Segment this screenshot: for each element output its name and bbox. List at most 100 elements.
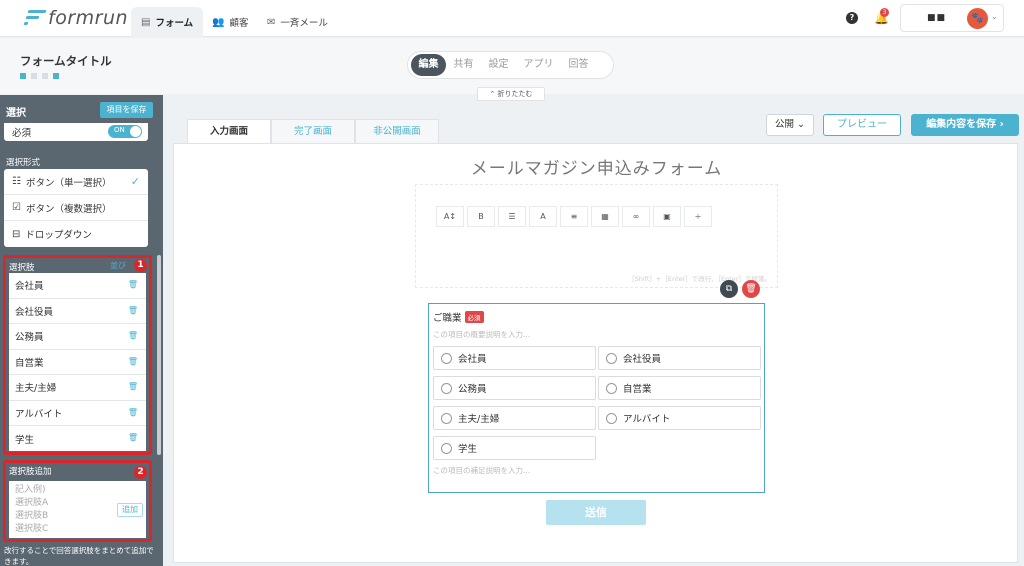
- trash-icon[interactable]: 🗑: [128, 280, 138, 289]
- nav-tab-label: 一斉メール: [280, 18, 328, 29]
- list-item[interactable]: アルバイト 🗑: [9, 401, 146, 426]
- step-apps[interactable]: アプリ: [516, 54, 561, 76]
- progress-dots: [20, 73, 59, 79]
- save-changes-button[interactable]: 編集内容を保存 ›: [911, 114, 1019, 136]
- submit-button[interactable]: 送信: [546, 500, 646, 525]
- tab-private-screen[interactable]: 非公開画面: [355, 119, 439, 143]
- visibility-select[interactable]: 公開 ⌄: [766, 114, 814, 136]
- trash-icon[interactable]: 🗑: [128, 433, 138, 442]
- radio-icon: [606, 412, 617, 424]
- type-dropdown[interactable]: ⊟ ドロップダウン: [4, 221, 148, 247]
- visibility-value: 公開: [774, 119, 794, 130]
- option-radio[interactable]: アルバイト: [598, 406, 761, 430]
- image-icon[interactable]: ▣: [653, 206, 681, 227]
- toggle-label: ON: [114, 126, 125, 134]
- chevron-right-icon: ›: [999, 119, 1004, 130]
- logo-mark-icon: [23, 9, 47, 27]
- toggle-knob: [130, 126, 141, 137]
- question-tools: ⧉ 🗑: [720, 280, 760, 298]
- sidebar-scrollbar[interactable]: [157, 255, 161, 455]
- list-item[interactable]: 公務員 🗑: [9, 324, 146, 350]
- tab-input-screen[interactable]: 入力画面: [187, 119, 271, 143]
- align-icon[interactable]: ≡: [560, 206, 588, 227]
- copy-icon[interactable]: ⧉: [720, 280, 738, 298]
- trash-icon[interactable]: 🗑: [742, 280, 760, 298]
- form-heading[interactable]: メールマガジン申込みフォーム: [174, 154, 1019, 179]
- trash-icon[interactable]: 🗑: [128, 408, 138, 417]
- list-item[interactable]: 学生 🗑: [9, 426, 146, 452]
- link-icon[interactable]: ∞: [622, 206, 650, 227]
- trash-icon[interactable]: 🗑: [128, 357, 138, 366]
- option-radio[interactable]: 自営業: [598, 376, 761, 400]
- save-changes-label: 編集内容を保存: [926, 119, 997, 130]
- question-description[interactable]: この項目の概要説明を入力...: [433, 329, 530, 340]
- formrun-logo[interactable]: formrun: [23, 7, 129, 29]
- type-label: ボタン（単一選択）: [25, 177, 112, 189]
- option-radio[interactable]: 公務員: [433, 376, 596, 400]
- text-color-icon[interactable]: A: [529, 206, 557, 227]
- checkbox-icon: ☑: [12, 202, 21, 213]
- trash-icon[interactable]: 🗑: [128, 382, 138, 391]
- list-icon[interactable]: ☰: [498, 206, 526, 227]
- selection-type-list: ☷ ボタン（単一選択） ✓ ☑ ボタン（複数選択） ⊟ ドロップダウン: [4, 169, 148, 247]
- nav-tab-customers[interactable]: 👥 顧客: [202, 7, 258, 37]
- option-radio[interactable]: 主夫/主婦: [433, 406, 596, 430]
- table-icon[interactable]: ▦: [591, 206, 619, 227]
- required-row: 必須 ON: [4, 123, 148, 141]
- collapse-label: 折りたたむ: [497, 90, 533, 98]
- option-radio[interactable]: 会社役員: [598, 346, 761, 370]
- nav-tab-bulk-mail[interactable]: ✉ 一斉メール: [257, 7, 338, 37]
- choices-highlight: 選択肢 並び 1 会社員 🗑 会社役員 🗑 公務員 🗑 自営業 🗑 主夫/主婦 🗑 アルバ…: [3, 255, 152, 455]
- type-section-label: 選択形式: [6, 158, 41, 168]
- page-scrollbar[interactable]: [1019, 95, 1024, 566]
- logo-text: formrun: [48, 7, 129, 29]
- mail-icon: ✉: [267, 16, 276, 28]
- preview-button[interactable]: プレビュー: [823, 114, 901, 136]
- step-responses[interactable]: 回答: [561, 54, 596, 76]
- required-toggle[interactable]: ON: [108, 125, 142, 138]
- account-name: ■■: [927, 13, 947, 23]
- option-label: 主夫/主婦: [458, 414, 500, 425]
- chevron-down-icon: ⌄: [797, 119, 805, 130]
- trash-icon[interactable]: 🗑: [128, 306, 138, 315]
- question-footer[interactable]: この項目の補足説明を入力...: [433, 465, 530, 476]
- bold-icon[interactable]: B: [467, 206, 495, 227]
- nav-tab-form[interactable]: ▤ フォーム: [131, 7, 204, 37]
- add-choices-button[interactable]: 追加: [117, 503, 143, 517]
- save-item-button[interactable]: 項目を保存: [100, 102, 153, 118]
- choice-label: 公務員: [15, 332, 44, 344]
- list-item[interactable]: 主夫/主婦 🗑: [9, 375, 146, 401]
- font-size-icon[interactable]: A↕: [436, 206, 464, 227]
- rich-text-editor[interactable]: A↕ B ☰ A ≡ ▦ ∞ ▣ ÷ ［Shift］+［Enter］で改行、［E…: [415, 184, 778, 288]
- radio-icon: [441, 412, 452, 424]
- option-radio[interactable]: 会社員: [433, 346, 596, 370]
- annotation-badge-1: 1: [134, 259, 147, 272]
- add-choices-label: 選択肢追加: [9, 467, 52, 477]
- type-multi-select[interactable]: ☑ ボタン（複数選択）: [4, 195, 148, 221]
- step-settings[interactable]: 設定: [481, 54, 516, 76]
- check-icon: ✓: [130, 175, 140, 188]
- sort-link[interactable]: 並び: [110, 260, 126, 271]
- choice-label: 会社役員: [15, 306, 54, 318]
- choices-list: 会社員 🗑 会社役員 🗑 公務員 🗑 自営業 🗑 主夫/主婦 🗑 アルバイト 🗑 学生 🗑: [9, 273, 146, 451]
- question-occupation[interactable]: ご職業 必須 この項目の概要説明を入力... 会社員 会社役員 公務員 自営業 …: [428, 303, 765, 493]
- account-menu[interactable]: ■■ 🐾 ⌄: [900, 4, 1004, 32]
- choice-label: 自営業: [15, 357, 44, 369]
- choice-label: アルバイト: [15, 408, 63, 420]
- list-item[interactable]: 自営業 🗑: [9, 350, 146, 375]
- type-single-select[interactable]: ☷ ボタン（単一選択） ✓: [4, 169, 148, 195]
- option-radio[interactable]: 学生: [433, 436, 596, 460]
- chevron-down-icon: ⌄: [991, 12, 998, 21]
- help-icon[interactable]: ?: [846, 12, 858, 24]
- tab-complete-screen[interactable]: 完了画面: [271, 119, 355, 143]
- list-item[interactable]: 会社役員 🗑: [9, 299, 146, 324]
- list-item[interactable]: 会社員 🗑: [9, 273, 146, 299]
- trash-icon[interactable]: 🗑: [128, 331, 138, 340]
- step-edit[interactable]: 編集: [411, 54, 446, 76]
- option-label: 公務員: [458, 384, 487, 395]
- collapse-button[interactable]: ⌃ 折りたたむ: [477, 87, 545, 101]
- option-label: 会社役員: [623, 354, 662, 365]
- divider-icon[interactable]: ÷: [684, 206, 712, 227]
- form-title[interactable]: フォームタイトル: [20, 53, 112, 69]
- step-share[interactable]: 共有: [446, 54, 481, 76]
